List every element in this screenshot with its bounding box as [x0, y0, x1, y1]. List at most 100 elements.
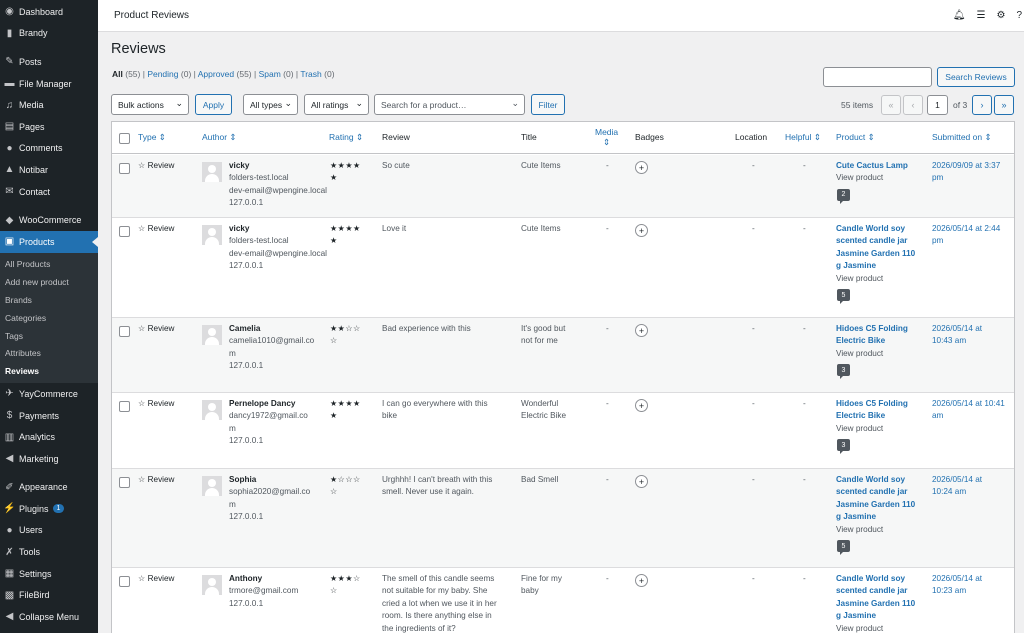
current-page-input[interactable]: 1	[927, 95, 948, 115]
author-detail[interactable]: 127.0.0.1	[229, 360, 329, 372]
rating-filter-select[interactable]: All ratings ⌄	[304, 94, 369, 115]
view-product-link[interactable]: View product	[836, 348, 926, 360]
product-link[interactable]: Jasmine Garden 110	[836, 248, 926, 260]
row-checkbox[interactable]	[119, 163, 130, 174]
sidebar-item-contact[interactable]: ✉ Contact	[0, 181, 98, 203]
sidebar-item-posts[interactable]: ✎ Posts	[0, 51, 98, 73]
view-product-link[interactable]: View product	[836, 172, 926, 184]
sidebar-item-media[interactable]: ♫ Media	[0, 94, 98, 116]
filter-all[interactable]: All	[112, 69, 123, 79]
sidebar-item-pages[interactable]: ▤ Pages	[0, 116, 98, 138]
submenu-reviews[interactable]: Reviews	[0, 362, 98, 380]
product-link[interactable]: Candle World soy	[836, 223, 926, 235]
column-type[interactable]: Type ⇕	[138, 132, 166, 143]
row-checkbox[interactable]	[119, 401, 130, 412]
product-link[interactable]: scented candle jar	[836, 486, 926, 498]
author-detail[interactable]: 127.0.0.1	[229, 197, 329, 209]
select-all-checkbox[interactable]	[119, 133, 130, 144]
sidebar-item-users[interactable]: ● Users	[0, 520, 98, 542]
author-detail[interactable]: sophia2020@gmail.co	[229, 486, 329, 498]
type-filter-select[interactable]: All types ⌄	[243, 94, 298, 115]
sidebar-item-payments[interactable]: $ Payments	[0, 405, 98, 427]
submitted-on[interactable]: 2026/05/14 at 10:24 am	[932, 474, 1014, 499]
author-detail[interactable]: dev-email@wpengine.local	[229, 248, 329, 260]
gear-icon[interactable]: ⚙	[996, 10, 1005, 21]
last-page-button[interactable]: »	[994, 95, 1014, 115]
sidebar-item-dashboard[interactable]: ◉ Dashboard	[0, 1, 98, 23]
submenu-all-products[interactable]: All Products	[0, 256, 98, 274]
submitted-on[interactable]: 2026/05/14 at 10:41 am	[932, 398, 1014, 423]
author-name[interactable]: Sophia	[229, 474, 329, 486]
filter-spam[interactable]: Spam	[259, 69, 281, 79]
sidebar-item-yaycommerce[interactable]: ✈ YayCommerce	[0, 383, 98, 405]
prev-page-button[interactable]: ‹	[903, 95, 923, 115]
author-name[interactable]: Anthony	[229, 573, 329, 585]
submenu-brands[interactable]: Brands	[0, 291, 98, 309]
product-link[interactable]: g Jasmine	[836, 610, 926, 622]
author-detail[interactable]: m	[229, 499, 329, 511]
sidebar-item-products[interactable]: ▣ Products	[0, 230, 98, 253]
add-badge-button[interactable]: +	[635, 574, 648, 587]
search-reviews-input[interactable]	[823, 67, 932, 87]
view-product-link[interactable]: View product	[836, 423, 926, 435]
product-link[interactable]: Candle World soy	[836, 573, 926, 585]
product-link[interactable]: Candle World soy	[836, 474, 926, 486]
product-link[interactable]: g Jasmine	[836, 260, 926, 272]
column-submitted-on[interactable]: Submitted on ⇕	[932, 132, 992, 143]
view-product-link[interactable]: View product	[836, 623, 926, 633]
author-name[interactable]: Camelia	[229, 323, 329, 335]
submenu-categories[interactable]: Categories	[0, 309, 98, 327]
first-page-button[interactable]: «	[881, 95, 901, 115]
product-link[interactable]: scented candle jar	[836, 235, 926, 247]
filter-trash[interactable]: Trash	[300, 69, 321, 79]
help-icon[interactable]: ?	[1016, 10, 1022, 21]
author-detail[interactable]: m	[229, 423, 329, 435]
sidebar-item-tools[interactable]: ✗ Tools	[0, 541, 98, 563]
row-checkbox[interactable]	[119, 576, 130, 587]
filter-approved[interactable]: Approved	[198, 69, 234, 79]
product-link[interactable]: Electric Bike	[836, 335, 926, 347]
author-name[interactable]: Pernelope Dancy	[229, 398, 329, 410]
sidebar-item-woocommerce[interactable]: ◆ WooCommerce	[0, 209, 98, 231]
product-link[interactable]: Hidoes C5 Folding	[836, 398, 926, 410]
add-badge-button[interactable]: +	[635, 399, 648, 412]
row-checkbox[interactable]	[119, 226, 130, 237]
sidebar-item-filebird[interactable]: ▩ FileBird	[0, 584, 98, 606]
sidebar-item-appearance[interactable]: ✐ Appearance	[0, 476, 98, 498]
sidebar-item-plugins[interactable]: ⚡ Plugins 1	[0, 498, 98, 520]
product-link[interactable]: g Jasmine	[836, 511, 926, 523]
next-page-button[interactable]: ›	[972, 95, 992, 115]
submenu-attributes[interactable]: Attributes	[0, 345, 98, 363]
author-detail[interactable]: 127.0.0.1	[229, 260, 329, 272]
author-name[interactable]: vicky	[229, 223, 329, 235]
submitted-on[interactable]: 2026/09/09 at 3:37 pm	[932, 160, 1014, 185]
column-author[interactable]: Author ⇕	[202, 132, 237, 143]
author-detail[interactable]: folders-test.local	[229, 172, 329, 184]
submenu-add-new-product[interactable]: Add new product	[0, 273, 98, 291]
product-link[interactable]: Hidoes C5 Folding	[836, 323, 926, 335]
author-detail[interactable]: folders-test.local	[229, 235, 329, 247]
author-name[interactable]: vicky	[229, 160, 329, 172]
sidebar-item-analytics[interactable]: ▥ Analytics	[0, 426, 98, 448]
view-product-link[interactable]: View product	[836, 524, 926, 536]
product-link[interactable]: Jasmine Garden 110	[836, 499, 926, 511]
column-media[interactable]: Media ⇕	[595, 127, 618, 148]
apply-button[interactable]: Apply	[195, 94, 232, 115]
search-reviews-button[interactable]: Search Reviews	[937, 67, 1015, 87]
submitted-on[interactable]: 2026/05/14 at 2:44 pm	[932, 223, 1014, 248]
product-search-select[interactable]: Search for a product… ⌄	[374, 94, 525, 115]
filter-button[interactable]: Filter	[531, 94, 565, 115]
sidebar-item-settings[interactable]: ▦ Settings	[0, 563, 98, 585]
sidebar-item-collapse-menu[interactable]: ◀ Collapse Menu	[0, 606, 98, 628]
sidebar-item-notibar[interactable]: ▲ Notibar	[0, 159, 98, 181]
column-helpful[interactable]: Helpful ⇕	[785, 132, 821, 143]
sidebar-item-marketing[interactable]: ◀ Marketing	[0, 448, 98, 470]
sidebar-item-file-manager[interactable]: ▬ File Manager	[0, 73, 98, 95]
submitted-on[interactable]: 2026/05/14 at 10:43 am	[932, 323, 1014, 348]
bulk-actions-select[interactable]: Bulk actions ⌄	[111, 94, 189, 115]
author-detail[interactable]: dev-email@wpengine.local	[229, 185, 329, 197]
notification-bell-icon[interactable]: 🔔︎	[953, 10, 966, 21]
author-detail[interactable]: 127.0.0.1	[229, 598, 329, 610]
author-detail[interactable]: 127.0.0.1	[229, 435, 329, 447]
add-badge-button[interactable]: +	[635, 324, 648, 337]
